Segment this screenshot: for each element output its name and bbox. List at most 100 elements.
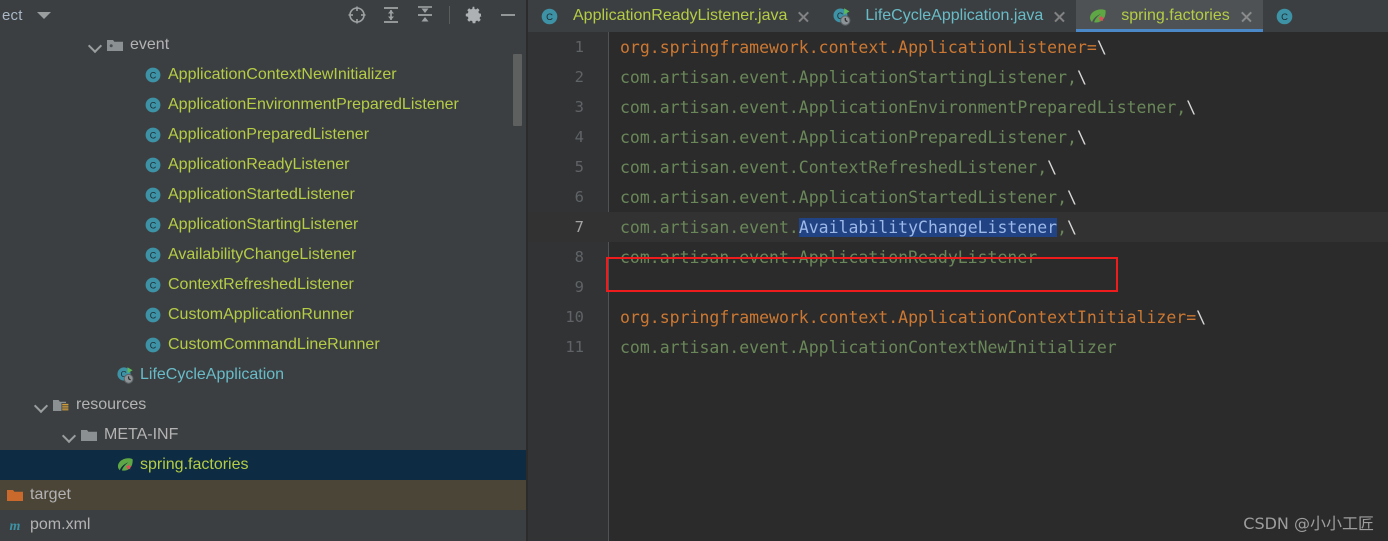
editor-tab-partial[interactable]: C [1263, 0, 1318, 32]
project-panel-toolbar [347, 0, 518, 30]
tree-item-label: ApplicationEnvironmentPreparedListener [168, 96, 459, 113]
code-line-text: com.artisan.event.ApplicationStartedList… [608, 188, 1077, 207]
gear-icon[interactable] [464, 5, 484, 25]
project-panel-header: ect [0, 0, 528, 30]
tree-item-label: ApplicationStartedListener [168, 186, 355, 203]
tree-item-target[interactable]: target [0, 480, 528, 510]
close-icon[interactable] [1053, 10, 1066, 23]
code-line-text: com.artisan.event.ApplicationPreparedLis… [608, 128, 1087, 147]
svg-text:C: C [150, 190, 157, 200]
tree-item-label: ApplicationContextNewInitializer [168, 66, 397, 83]
minimize-icon[interactable] [498, 5, 518, 25]
editor-tab-spring-factories[interactable]: spring.factories [1076, 0, 1263, 32]
code-line[interactable]: 4 com.artisan.event.ApplicationPreparedLi… [528, 122, 1388, 152]
runnable-class-icon: C [833, 7, 851, 26]
spring-leaf-icon [117, 458, 133, 471]
code-line-text: com.artisan.event.ApplicationStartingLis… [608, 68, 1087, 87]
tree-item-applicationpreparedlistener[interactable]: C ApplicationPreparedListener [0, 120, 528, 150]
tree-item-label: event [130, 36, 170, 53]
code-line[interactable]: 2 com.artisan.event.ApplicationStartingLi… [528, 62, 1388, 92]
tree-item-label: META-INF [104, 426, 179, 443]
tree-item-label: pom.xml [30, 516, 91, 533]
code-segment: , [1057, 217, 1068, 237]
maven-icon: m [10, 519, 21, 534]
chevron-down-icon[interactable] [34, 398, 48, 412]
locate-icon[interactable] [347, 5, 367, 25]
editor-tab-lifecycleapplication-java[interactable]: C LifeCycleApplication.java [820, 0, 1076, 32]
tree-item-applicationcontextnewinitializer[interactable]: C ApplicationContextNewInitializer [0, 60, 528, 90]
spring-leaf-icon [1090, 8, 1106, 22]
toolbar-separator [449, 6, 450, 24]
close-icon[interactable] [797, 10, 810, 23]
code-line[interactable]: 5 com.artisan.event.ContextRefreshedListe… [528, 152, 1388, 182]
chevron-down-icon[interactable] [36, 11, 51, 19]
svg-text:C: C [1281, 12, 1288, 23]
collapse-all-icon[interactable] [415, 5, 435, 25]
tree-item-resources[interactable]: resources [0, 390, 528, 420]
line-number: 3 [574, 98, 584, 116]
tree-item-label: ApplicationPreparedListener [168, 126, 370, 143]
tree-item-pom-xml[interactable]: m pom.xml [0, 510, 528, 540]
code-line[interactable]: 11 com.artisan.event.ApplicationContextNe… [528, 332, 1388, 362]
line-number: 9 [574, 278, 584, 296]
code-lines[interactable]: 1 org.springframework.context.Application… [528, 32, 1388, 362]
class-icon: C [145, 67, 161, 83]
project-tree[interactable]: event C ApplicationContextNewInitializer C A… [0, 30, 528, 541]
code-editor[interactable]: 1 org.springframework.context.Application… [528, 32, 1388, 541]
selected-text: AvailabilityChangeListener [798, 217, 1058, 237]
tree-item-label: ApplicationStartingListener [168, 216, 359, 233]
code-line[interactable]: 10 org.springframework.context.Applicatio… [528, 302, 1388, 332]
code-segment: com.artisan.event.ApplicationStartingLis… [620, 67, 1077, 87]
line-number: 1 [574, 38, 584, 56]
line-number: 2 [574, 68, 584, 86]
tree-item-availabilitychangelistener[interactable]: C AvailabilityChangeListener [0, 240, 528, 270]
svg-text:C: C [150, 310, 157, 320]
code-line-text: com.artisan.event.ContextRefreshedListen… [608, 158, 1057, 177]
code-line[interactable]: 1 org.springframework.context.Application… [528, 32, 1388, 62]
class-icon: C [145, 247, 161, 263]
code-segment: \ [1186, 97, 1197, 117]
tree-item-applicationenvironmentpreparedlistener[interactable]: C ApplicationEnvironmentPreparedListener [0, 90, 528, 120]
editor-tab-label: LifeCycleApplication.java [865, 7, 1044, 24]
code-line[interactable]: 7 com.artisan.event.AvailabilityChangeLis… [528, 212, 1388, 242]
code-segment: com.artisan.event.ApplicationPreparedLis… [620, 127, 1077, 147]
code-segment: org.springframework.context.ApplicationL… [620, 37, 1097, 57]
tree-item-label: LifeCycleApplication [140, 366, 285, 383]
tree-item-event[interactable]: event [0, 30, 528, 60]
expand-all-icon[interactable] [381, 5, 401, 25]
code-segment: com.artisan.event.ApplicationReadyListen… [620, 247, 1038, 267]
tree-item-customcommandlinerunner[interactable]: C CustomCommandLineRunner [0, 330, 528, 360]
tree-item-label: CustomCommandLineRunner [168, 336, 380, 353]
code-line-text: com.artisan.event.ApplicationContextNewI… [608, 338, 1117, 357]
tree-item-applicationreadylistener[interactable]: C ApplicationReadyListener [0, 150, 528, 180]
code-line[interactable]: 3 com.artisan.event.ApplicationEnvironmen… [528, 92, 1388, 122]
class-icon: C [145, 187, 161, 203]
tree-item-contextrefreshedlistener[interactable]: C ContextRefreshedListener [0, 270, 528, 300]
class-icon: C [541, 8, 558, 24]
line-number: 11 [565, 338, 584, 356]
tree-item-applicationstartinglistener[interactable]: C ApplicationStartingListener [0, 210, 528, 240]
watermark-text: CSDN @小小工匠 [1243, 514, 1374, 533]
tree-item-spring-factories[interactable]: spring.factories [0, 450, 528, 480]
tree-item-meta-inf[interactable]: META-INF [0, 420, 528, 450]
svg-text:C: C [150, 70, 157, 80]
editor-tab-applicationreadylistener-java[interactable]: C ApplicationReadyListener.java [528, 0, 820, 32]
code-line[interactable]: 6 com.artisan.event.ApplicationStartedLis… [528, 182, 1388, 212]
code-segment: com.artisan.event.ApplicationEnvironment… [620, 97, 1187, 117]
class-icon: C [145, 217, 161, 233]
chevron-down-icon[interactable] [88, 38, 102, 52]
svg-text:C: C [150, 220, 157, 230]
chevron-down-icon[interactable] [62, 428, 76, 442]
code-segment: \ [1076, 127, 1087, 147]
code-line[interactable]: 9 [528, 272, 1388, 302]
class-icon: C [145, 97, 161, 113]
code-line-text: com.artisan.event.ApplicationEnvironment… [608, 98, 1196, 117]
tree-item-customapplicationrunner[interactable]: C CustomApplicationRunner [0, 300, 528, 330]
tree-item-applicationstartedlistener[interactable]: C ApplicationStartedListener [0, 180, 528, 210]
idea-window: ect event C ApplicationContextNewInitial… [0, 0, 1388, 541]
class-icon: C [145, 157, 161, 173]
code-line[interactable]: 8 com.artisan.event.ApplicationReadyListe… [528, 242, 1388, 272]
tree-item-lifecycleapplication[interactable]: C LifeCycleApplication [0, 360, 528, 390]
project-tree-scrollbar[interactable] [513, 54, 522, 126]
close-icon[interactable] [1240, 10, 1253, 23]
